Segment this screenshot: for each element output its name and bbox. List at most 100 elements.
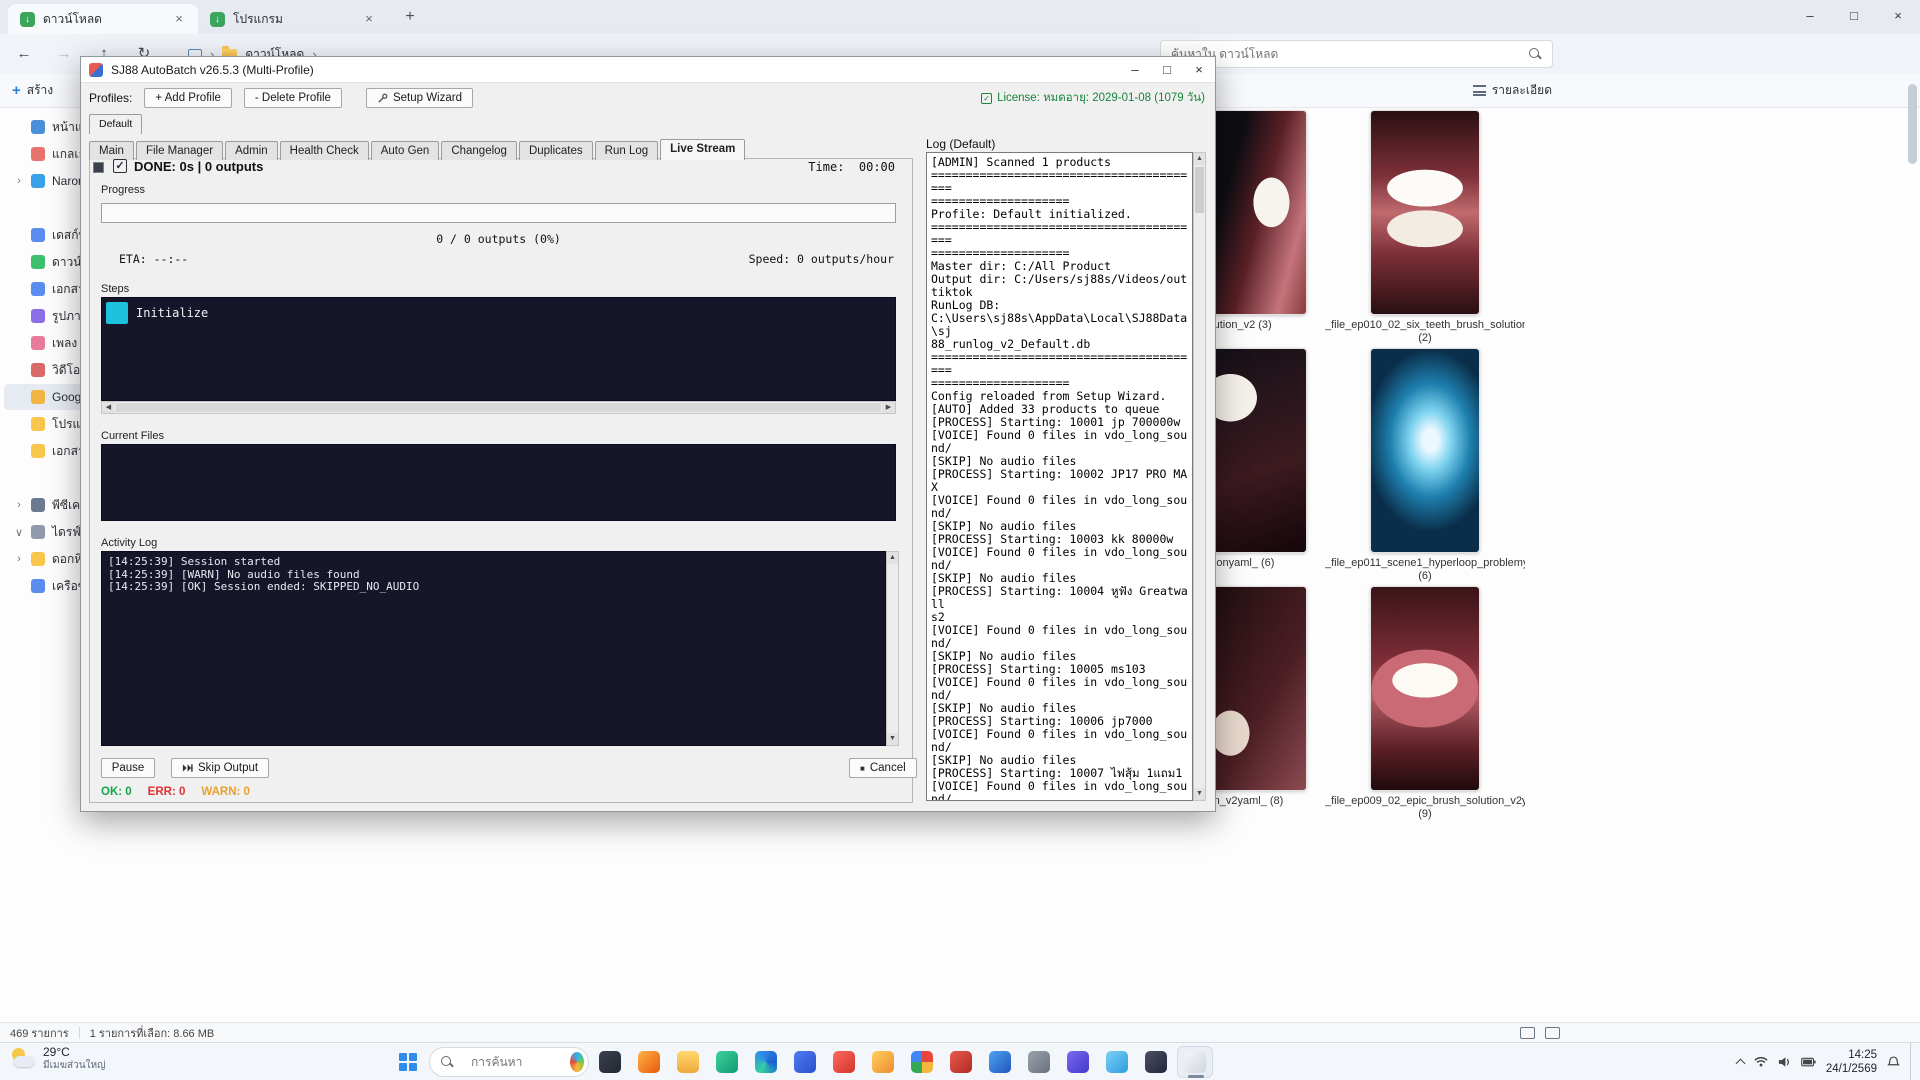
chevron-icon[interactable]: ›: [14, 499, 24, 511]
close-button[interactable]: ×: [1183, 57, 1215, 83]
clock[interactable]: 14:25 24/1/2569: [1826, 1048, 1877, 1077]
taskbar-app-icon[interactable]: [670, 1046, 706, 1078]
taskbar-app-icon[interactable]: [787, 1046, 823, 1078]
activity-log-scrollbar[interactable]: ▲ ▼: [886, 551, 899, 746]
profile-tab-default[interactable]: Default: [89, 114, 142, 134]
taskbar-app-icon[interactable]: [943, 1046, 979, 1078]
file-tile[interactable]: _file_ep011_scene1_hyperloop_problemyaml…: [1325, 348, 1525, 584]
taskbar-app-icon[interactable]: [592, 1046, 628, 1078]
explorer-scrollbar[interactable]: [1908, 42, 1917, 1070]
scrollbar-thumb[interactable]: [116, 403, 881, 412]
details-view-button[interactable]: รายละเอียด: [1473, 81, 1552, 100]
tab-close-icon[interactable]: ×: [170, 10, 188, 28]
steps-horizontal-scrollbar[interactable]: ◀ ▶: [101, 401, 896, 414]
pause-button[interactable]: Pause: [101, 758, 155, 778]
tab-close-icon[interactable]: ×: [360, 10, 378, 28]
taskbar-app-icon[interactable]: [1060, 1046, 1096, 1078]
app-tab[interactable]: Duplicates: [519, 141, 593, 160]
back-button[interactable]: ←: [8, 38, 40, 70]
close-button[interactable]: ×: [1876, 0, 1920, 34]
scroll-down-icon[interactable]: ▼: [887, 733, 898, 745]
scroll-down-icon[interactable]: ▼: [1194, 788, 1205, 800]
taskbar-app-icon[interactable]: [826, 1046, 862, 1078]
log-text-area[interactable]: [ADMIN] Scanned 1 products==============…: [926, 152, 1193, 801]
tab-downloads-icon: ↓: [20, 12, 35, 27]
taskbar-app-icon[interactable]: [1021, 1046, 1057, 1078]
details-view-icon[interactable]: [1520, 1027, 1535, 1039]
file-tile[interactable]: _file_ep010_02_six_teeth_brush_solution_…: [1325, 110, 1525, 346]
step-item[interactable]: Initialize: [102, 298, 895, 328]
taskbar-app-icon[interactable]: [982, 1046, 1018, 1078]
new-tab-button[interactable]: +: [396, 4, 424, 32]
chevron-icon[interactable]: ›: [14, 175, 24, 187]
chevron-icon[interactable]: ›: [14, 553, 24, 565]
taskbar-app-icon[interactable]: [1099, 1046, 1135, 1078]
app-tab[interactable]: Live Stream: [660, 139, 745, 160]
taskbar-search-input[interactable]: [471, 1055, 563, 1069]
search-highlights-icon[interactable]: [570, 1052, 584, 1072]
app-tab[interactable]: Admin: [225, 141, 278, 160]
scroll-up-icon[interactable]: ▲: [1194, 153, 1205, 165]
show-desktop-button[interactable]: [1910, 1043, 1914, 1080]
cancel-button[interactable]: ■ Cancel: [849, 758, 917, 778]
search-input[interactable]: [1161, 47, 1528, 61]
explorer-tab[interactable]: ↓ ดาวน์โหลด ×: [8, 4, 198, 34]
divider: [79, 1027, 80, 1039]
hidden-icons-chevron-icon[interactable]: [1735, 1059, 1745, 1069]
explorer-search-box[interactable]: [1160, 40, 1553, 68]
scroll-up-icon[interactable]: ▲: [887, 552, 898, 564]
app-tab[interactable]: Auto Gen: [371, 141, 440, 160]
file-tile[interactable]: _file_ep009_02_epic_brush_solution_v2yam…: [1325, 586, 1525, 822]
log-scrollbar[interactable]: ▲ ▼: [1193, 152, 1206, 801]
delete-profile-button[interactable]: - Delete Profile: [244, 88, 342, 108]
skip-output-button[interactable]: Skip Output: [171, 758, 269, 778]
file-thumbnail[interactable]: [1370, 348, 1480, 553]
add-profile-button[interactable]: + Add Profile: [144, 88, 232, 108]
new-button[interactable]: + สร้าง: [12, 81, 53, 100]
progress-bar: [101, 203, 896, 223]
log-line: [VOICE] Found 0 files in vdo_long_sound/: [931, 728, 1188, 754]
desktop: ↓ ดาวน์โหลด × ↓ โปรแกรม × + – □ × ← → ↑: [0, 0, 1920, 1080]
taskbar-app-icon[interactable]: [748, 1046, 784, 1078]
start-button[interactable]: [390, 1046, 426, 1078]
chevron-icon[interactable]: ∨: [14, 526, 24, 539]
activity-log-panel: [14:25:39] Session started[14:25:39] [WA…: [101, 551, 886, 746]
app-tab[interactable]: File Manager: [136, 141, 223, 160]
done-checkbox-icon[interactable]: ✓: [113, 159, 127, 173]
taskbar-search[interactable]: [429, 1047, 589, 1077]
maximize-button[interactable]: □: [1151, 57, 1183, 83]
minimize-button[interactable]: –: [1119, 57, 1151, 83]
tab-downloads-icon: ↓: [210, 12, 225, 27]
app-tab[interactable]: Main: [89, 141, 134, 160]
scrollbar-thumb[interactable]: [1195, 167, 1204, 213]
log-line: [VOICE] Found 0 files in vdo_long_sound/: [931, 624, 1188, 650]
scrollbar-thumb[interactable]: [1908, 84, 1917, 164]
file-thumbnail[interactable]: [1370, 586, 1480, 791]
forward-button[interactable]: →: [48, 38, 80, 70]
autobatch-title-bar[interactable]: SJ88 AutoBatch v26.5.3 (Multi-Profile) –…: [81, 57, 1215, 83]
battery-icon[interactable]: [1801, 1057, 1816, 1067]
maximize-button[interactable]: □: [1832, 0, 1876, 34]
stop-indicator-icon[interactable]: [93, 162, 104, 173]
taskbar-app-icon[interactable]: [1177, 1046, 1213, 1078]
notification-bell-icon[interactable]: [1887, 1056, 1900, 1069]
app-tab[interactable]: Run Log: [595, 141, 658, 160]
clock-time: 14:25: [1826, 1048, 1877, 1062]
wifi-icon[interactable]: [1754, 1056, 1768, 1068]
app-tab[interactable]: Health Check: [280, 141, 369, 160]
weather-widget[interactable]: 29°C มีเมฆส่วนใหญ่: [10, 1046, 106, 1071]
explorer-tab[interactable]: ↓ โปรแกรม ×: [198, 4, 388, 34]
taskbar-app-icon[interactable]: [1138, 1046, 1174, 1078]
taskbar-app-icon[interactable]: [709, 1046, 745, 1078]
minimize-button[interactable]: –: [1788, 0, 1832, 34]
taskbar-app-icon[interactable]: [865, 1046, 901, 1078]
file-thumbnail[interactable]: [1370, 110, 1480, 315]
app-tab[interactable]: Changelog: [441, 141, 517, 160]
thumbnail-view-icon[interactable]: [1545, 1027, 1560, 1039]
scroll-right-icon[interactable]: ▶: [882, 402, 895, 413]
scroll-left-icon[interactable]: ◀: [102, 402, 115, 413]
setup-wizard-button[interactable]: Setup Wizard: [366, 88, 473, 108]
taskbar-app-icon[interactable]: [904, 1046, 940, 1078]
taskbar-app-icon[interactable]: [631, 1046, 667, 1078]
volume-icon[interactable]: [1778, 1056, 1791, 1068]
